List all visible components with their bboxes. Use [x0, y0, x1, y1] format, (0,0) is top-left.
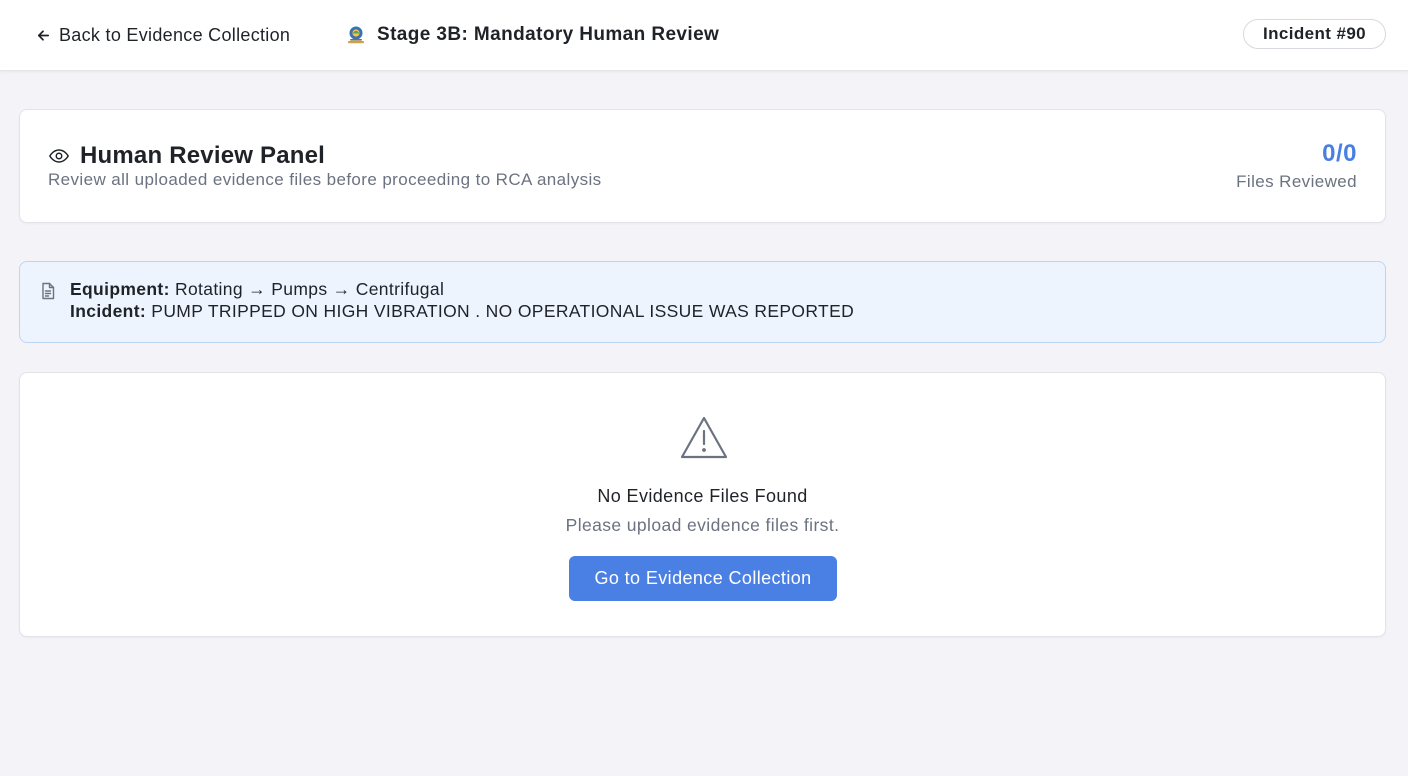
panel-header: Human Review Panel [48, 142, 325, 170]
incident-line: Incident: PUMP TRIPPED ON HIGH VIBRATION… [70, 301, 854, 322]
eye-icon [49, 149, 69, 163]
files-reviewed-label: Files Reviewed [1236, 172, 1357, 191]
equipment-value: Rotating → Pumps → Centrifugal [174, 279, 445, 299]
incident-badge: Incident #90 [1243, 19, 1386, 49]
arrow-left-icon [37, 29, 50, 41]
equipment-line: Equipment: Rotating → Pumps → Centrifuga… [70, 279, 444, 300]
empty-state-card: No Evidence Files Found Please upload ev… [19, 372, 1386, 637]
stage-title: Stage 3B: Mandatory Human Review [377, 24, 720, 45]
warning-triangle-icon [680, 416, 728, 459]
empty-state-title: No Evidence Files Found [597, 486, 808, 506]
top-bar: Back to Evidence Collection Stage 3B: Ma… [0, 0, 1408, 71]
incident-value: PUMP TRIPPED ON HIGH VIBRATION . NO OPER… [151, 301, 855, 321]
page-title: Stage 3B: Mandatory Human Review [345, 21, 719, 49]
document-icon [42, 282, 55, 300]
back-link-label: Back to Evidence Collection [59, 24, 291, 45]
files-reviewed-counter: 0/0 Files Reviewed [1236, 140, 1357, 192]
panel-title: Human Review Panel [80, 142, 326, 169]
human-review-panel: Human Review Panel Review all uploaded e… [19, 109, 1386, 223]
files-reviewed-count: 0/0 [1322, 140, 1357, 167]
equipment-label: Equipment: [70, 279, 170, 299]
go-to-evidence-collection-button[interactable]: Go to Evidence Collection [569, 556, 837, 601]
incident-label: Incident: [70, 301, 147, 321]
incident-info-box: Equipment: Rotating → Pumps → Centrifuga… [19, 261, 1386, 343]
back-to-evidence-link[interactable]: Back to Evidence Collection [36, 22, 290, 48]
empty-state-message: Please upload evidence files first. [565, 515, 840, 535]
app-logo [348, 26, 364, 44]
panel-subtitle: Review all uploaded evidence files befor… [48, 170, 602, 189]
